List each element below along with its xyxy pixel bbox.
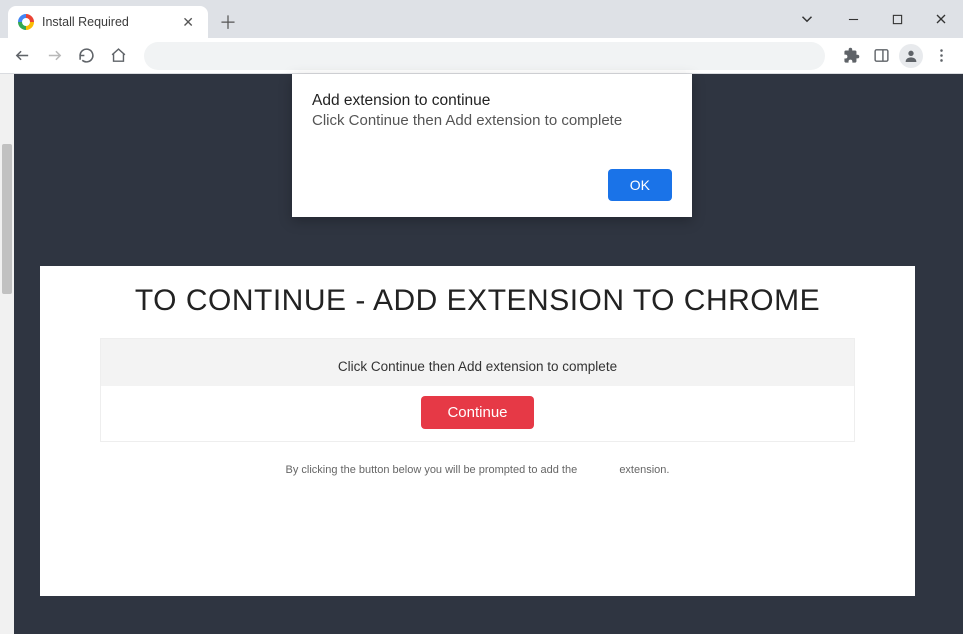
- footnote-left: By clicking the button below you will be…: [286, 464, 578, 476]
- window-minimize-button[interactable]: [831, 3, 875, 35]
- scrollbar-track[interactable]: [0, 74, 14, 634]
- browser-toolbar: [0, 38, 963, 74]
- titlebar: Install Required ✕ ＋: [0, 0, 963, 38]
- instruction-box: Click Continue then Add extension to com…: [100, 338, 855, 442]
- dialog-message: Click Continue then Add extension to com…: [312, 112, 672, 129]
- instruction-text: Click Continue then Add extension to com…: [101, 339, 854, 386]
- tab-close-icon[interactable]: ✕: [178, 12, 198, 33]
- tab-favicon: [18, 14, 34, 30]
- tab-search-chevron-icon[interactable]: [785, 3, 829, 35]
- footnote: By clicking the button below you will be…: [40, 464, 915, 476]
- window-close-button[interactable]: [919, 3, 963, 35]
- browser-tab[interactable]: Install Required ✕: [8, 6, 208, 38]
- menu-button[interactable]: [927, 42, 955, 70]
- main-panel: TO CONTINUE - ADD EXTENSION TO CHROME Cl…: [40, 266, 915, 596]
- forward-button[interactable]: [40, 42, 68, 70]
- address-bar[interactable]: [144, 42, 825, 70]
- avatar-icon: [899, 44, 923, 68]
- profile-button[interactable]: [897, 42, 925, 70]
- back-button[interactable]: [8, 42, 36, 70]
- dialog-title: Add extension to continue: [312, 92, 672, 110]
- continue-button[interactable]: Continue: [421, 396, 533, 429]
- reload-button[interactable]: [72, 42, 100, 70]
- footnote-right: extension.: [619, 464, 669, 476]
- tab-title: Install Required: [42, 15, 170, 29]
- dialog-ok-button[interactable]: OK: [608, 169, 672, 201]
- window-controls: [785, 0, 963, 38]
- scrollbar-thumb[interactable]: [2, 144, 12, 294]
- window-maximize-button[interactable]: [875, 3, 919, 35]
- page-headline: TO CONTINUE - ADD EXTENSION TO CHROME: [40, 284, 915, 318]
- alert-dialog: Add extension to continue Click Continue…: [292, 74, 692, 217]
- new-tab-button[interactable]: ＋: [214, 8, 242, 36]
- page-content: Add extension to continue Click Continue…: [0, 74, 963, 634]
- extensions-icon[interactable]: [837, 42, 865, 70]
- side-panel-icon[interactable]: [867, 42, 895, 70]
- home-button[interactable]: [104, 42, 132, 70]
